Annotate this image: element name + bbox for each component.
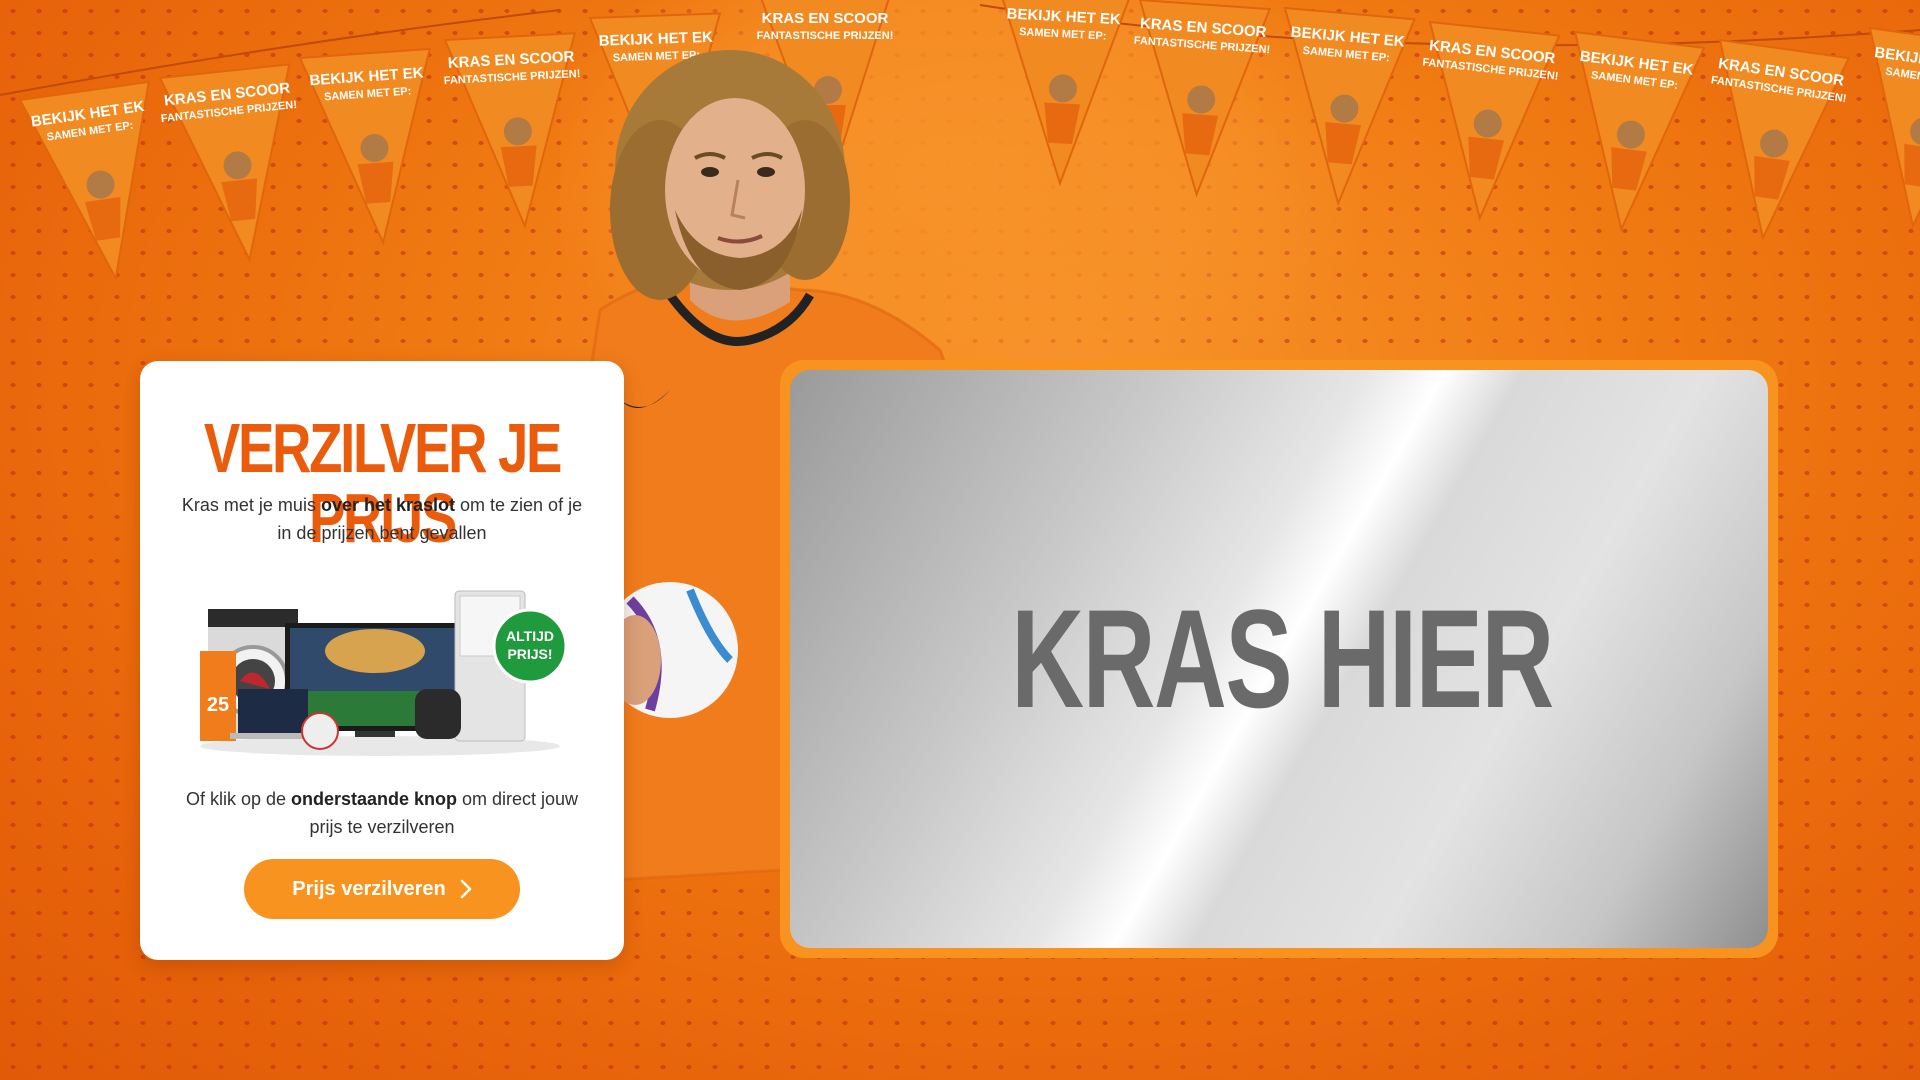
- badge-line-1: ALTIJD: [506, 628, 554, 644]
- bunting-flag: BEKIJK HET EKSAMEN MET EP:: [1283, 6, 1416, 207]
- bunting-flag: KRAS EN SCOORFANTASTISCHE PRIJZEN!: [1710, 38, 1851, 241]
- prizes-image: 25 ALTIJD PRIJS!: [200, 590, 568, 756]
- card-outro-text: Of klik op de onderstaande knop om direc…: [185, 789, 579, 837]
- redeem-prize-button-label: Prijs verzilveren: [292, 877, 446, 900]
- redeem-card: VERZILVER JE PRIJS Kras met je muis over…: [140, 361, 624, 960]
- bunting-flag: BEKIJK HET EKSAMEN MET EP:: [1868, 26, 1920, 229]
- bunting-flag: BEKIJK HET EKSAMEN MET EP:: [298, 47, 431, 246]
- card-intro-text: Kras met je muis over het kraslot om te …: [181, 495, 583, 543]
- badge-line-2: PRIJS!: [507, 646, 552, 662]
- bunting-flag: KRAS EN SCOORFANTASTISCHE PRIJZEN!: [158, 63, 298, 263]
- bunting-flag: KRAS EN SCOORFANTASTISCHE PRIJZEN!: [1422, 20, 1561, 222]
- redeem-prize-button[interactable]: Prijs verzilveren: [244, 859, 520, 919]
- scratch-here-label: KRAS HIER: [1011, 580, 1554, 737]
- chevron-right-icon: [460, 879, 471, 899]
- bunting-flag-text: KRAS EN SCOOR: [762, 10, 889, 27]
- scratch-card-frame: KRAS HIER: [780, 360, 1778, 958]
- bunting-flag: BEKIJK HET EKSAMEN MET EP:: [1573, 30, 1706, 233]
- bunting-flag: BEKIJK HET EKSAMEN MET EP:: [998, 0, 1132, 187]
- bunting-flag: BEKIJK HET EKSAMEN MET EP:: [18, 80, 150, 282]
- svg-text:25: 25: [207, 694, 229, 716]
- bunting-flag: KRAS EN SCOORFANTASTISCHE PRIJZEN!: [1133, 0, 1272, 198]
- scratch-area[interactable]: KRAS HIER: [790, 370, 1768, 948]
